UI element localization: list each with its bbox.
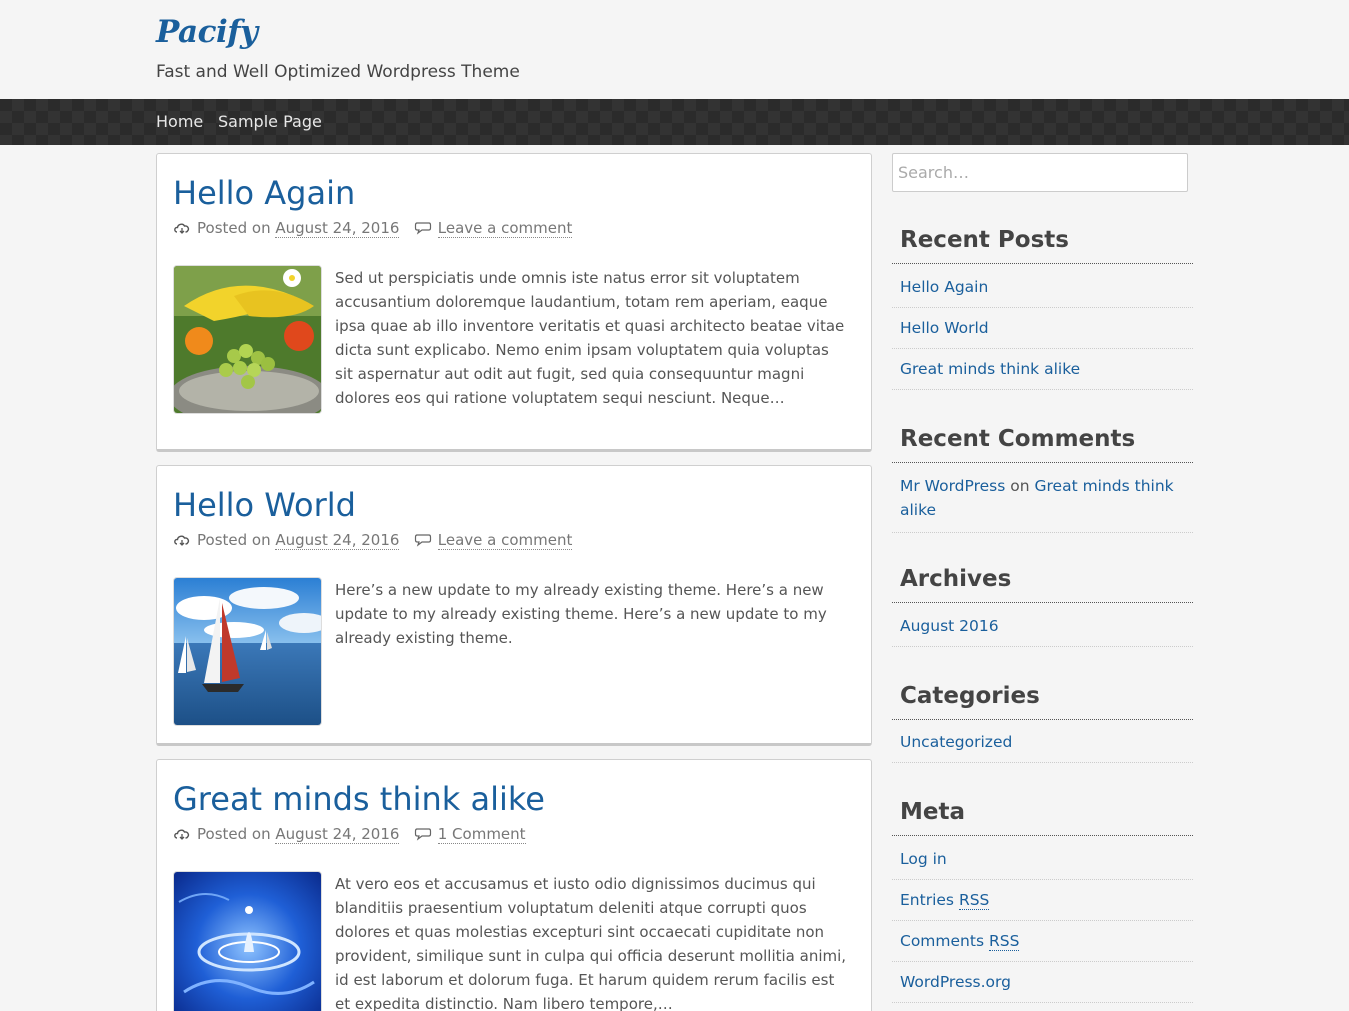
post-card: Hello World Posted on August 24, 2016 Le… bbox=[156, 465, 872, 746]
post-meta: Posted on August 24, 2016 Leave a commen… bbox=[173, 531, 573, 550]
post-meta: Posted on August 24, 2016 1 Comment bbox=[173, 825, 526, 844]
archive-link[interactable]: August 2016 bbox=[892, 606, 1193, 647]
post-date-link[interactable]: August 24, 2016 bbox=[275, 531, 400, 550]
post-card: Great minds think alike Posted on August… bbox=[156, 759, 872, 1011]
post-title-link[interactable]: Hello Again bbox=[173, 174, 355, 212]
nav-item-home[interactable]: Home bbox=[156, 112, 203, 131]
post-date-link[interactable]: August 24, 2016 bbox=[275, 219, 400, 238]
rss-abbr: RSS bbox=[988, 932, 1020, 951]
comments-link[interactable]: Leave a comment bbox=[437, 219, 573, 238]
entries-label: Entries bbox=[900, 891, 954, 909]
comment-author-link[interactable]: Mr WordPress bbox=[900, 477, 1005, 495]
speech-bubble-icon bbox=[414, 222, 431, 235]
post-card: Hello Again Posted on August 24, 2016 Le… bbox=[156, 153, 872, 452]
recent-comment-item: Mr WordPress on Great minds think alike bbox=[892, 466, 1193, 533]
widget-title-recent-comments: Recent Comments bbox=[892, 426, 1193, 463]
comments-label: Comments bbox=[900, 932, 985, 950]
category-link[interactable]: Uncategorized bbox=[892, 722, 1193, 763]
widget-title-categories: Categories bbox=[892, 683, 1193, 720]
site-title[interactable]: Pacify bbox=[156, 14, 258, 50]
recent-post-link[interactable]: Hello Again bbox=[892, 267, 1193, 308]
site-tagline: Fast and Well Optimized Wordpress Theme bbox=[156, 62, 520, 82]
post-meta: Posted on August 24, 2016 Leave a commen… bbox=[173, 219, 573, 238]
meta-wordpress-org-link[interactable]: WordPress.org bbox=[892, 962, 1193, 1003]
widget-title-recent-posts: Recent Posts bbox=[892, 227, 1193, 264]
comments-link[interactable]: Leave a comment bbox=[437, 531, 573, 550]
post-title-link[interactable]: Hello World bbox=[173, 486, 356, 524]
post-thumbnail-fruit[interactable] bbox=[173, 265, 322, 414]
post-excerpt: Sed ut perspiciatis unde omnis iste natu… bbox=[335, 269, 845, 407]
cloud-icon bbox=[174, 535, 190, 546]
post-thumbnail-sailboats[interactable] bbox=[173, 577, 322, 726]
post-title-link[interactable]: Great minds think alike bbox=[173, 780, 545, 818]
cloud-icon bbox=[174, 829, 190, 840]
recent-post-link[interactable]: Great minds think alike bbox=[892, 349, 1193, 390]
meta-login-link[interactable]: Log in bbox=[892, 839, 1193, 880]
speech-bubble-icon bbox=[414, 828, 431, 841]
post-date-link[interactable]: August 24, 2016 bbox=[275, 825, 400, 844]
widget-title-archives: Archives bbox=[892, 566, 1193, 603]
meta-comments-rss-link[interactable]: Comments RSS bbox=[892, 921, 1193, 962]
rss-abbr: RSS bbox=[958, 891, 990, 910]
post-excerpt: At vero eos et accusamus et iusto odio d… bbox=[335, 875, 847, 1011]
widget-title-meta: Meta bbox=[892, 799, 1193, 836]
post-excerpt: Here’s a new update to my already existi… bbox=[335, 581, 827, 647]
search-input[interactable] bbox=[892, 153, 1188, 192]
recent-post-link[interactable]: Hello World bbox=[892, 308, 1193, 349]
cloud-icon bbox=[174, 223, 190, 234]
nav-item-sample-page[interactable]: Sample Page bbox=[218, 112, 322, 131]
speech-bubble-icon bbox=[414, 534, 431, 547]
comments-link[interactable]: 1 Comment bbox=[437, 825, 526, 844]
posted-on-label: Posted on bbox=[197, 825, 271, 843]
site-header: Pacify Fast and Well Optimized Wordpress… bbox=[0, 0, 1349, 99]
posted-on-label: Posted on bbox=[197, 531, 271, 549]
posted-on-label: Posted on bbox=[197, 219, 271, 237]
post-thumbnail-water[interactable] bbox=[173, 871, 322, 1011]
main-navigation: Home Sample Page bbox=[0, 99, 1349, 145]
comment-on-label: on bbox=[1010, 477, 1030, 495]
meta-entries-rss-link[interactable]: Entries RSS bbox=[892, 880, 1193, 921]
